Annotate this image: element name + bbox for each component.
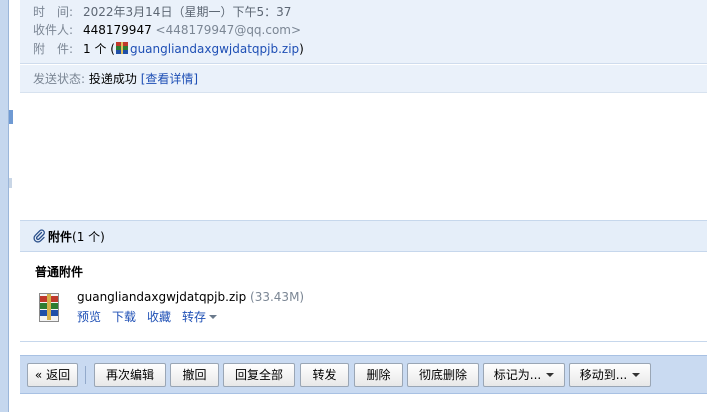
normal-attachments-heading: 普通附件 bbox=[35, 265, 84, 279]
left-bar-marker bbox=[9, 110, 13, 124]
recall-button[interactable]: 撤回 bbox=[170, 363, 219, 387]
mail-content: 时 间: 2022年3月14日（星期一）下午5：37 收件人: 448179947 … bbox=[20, 0, 707, 412]
attachment-file-name[interactable]: guangliandaxgwjdatqpjb.zip bbox=[77, 290, 246, 304]
attachment-actions: 预览 下载 收藏 转存 bbox=[77, 308, 228, 325]
zip-archive-icon[interactable] bbox=[39, 293, 59, 322]
view-details-link[interactable]: [查看详情] bbox=[141, 72, 198, 86]
recipient-email: <448179947@qq.com> bbox=[155, 23, 302, 37]
attachment-file-row: guangliandaxgwjdatqpjb.zip (33.43M) bbox=[77, 290, 304, 304]
move-to-dropdown[interactable]: 移动到... bbox=[569, 363, 651, 387]
delete-button[interactable]: 删除 bbox=[354, 363, 403, 387]
preview-link[interactable]: 预览 bbox=[77, 310, 101, 324]
delete-forever-button[interactable]: 彻底删除 bbox=[407, 363, 479, 387]
status-label: 发送状态: bbox=[33, 72, 86, 86]
attachments-body: 普通附件 guangliandaxgwjdatqpjb.zip (33.43M)… bbox=[20, 252, 707, 342]
recipient-row: 收件人: 448179947 <448179947@qq.com> bbox=[33, 21, 301, 39]
chevron-down-icon bbox=[546, 373, 555, 377]
move-to-label: 移动到... bbox=[579, 368, 628, 382]
save-to-dropdown[interactable]: 转存 bbox=[182, 310, 218, 324]
left-frame bbox=[0, 0, 13, 412]
reply-all-button[interactable]: 回复全部 bbox=[223, 363, 295, 387]
attachment-summary-link[interactable]: guangliandaxgwjdatqpjb.zip bbox=[130, 42, 299, 56]
recipient-label: 收件人: bbox=[33, 23, 74, 37]
attachments-title: 附件 bbox=[48, 230, 73, 244]
attachments-header: 附件(1 个) bbox=[20, 220, 707, 252]
mail-header: 时 间: 2022年3月14日（星期一）下午5：37 收件人: 448179947 … bbox=[20, 0, 707, 64]
delivery-status-row: 发送状态: 投递成功 [查看详情] bbox=[20, 65, 707, 93]
chevron-down-icon bbox=[209, 315, 218, 319]
attachment-count-open: 1 个 ( bbox=[83, 42, 115, 56]
chevron-down-icon bbox=[632, 373, 641, 377]
paperclip-icon bbox=[33, 229, 45, 243]
attachment-summary-row: 附 件: 1 个 ( guangliandaxgwjdatqpjb.zip) bbox=[33, 40, 304, 58]
time-label: 时 间: bbox=[33, 5, 74, 19]
download-link[interactable]: 下载 bbox=[112, 310, 136, 324]
toolbar-separator bbox=[85, 366, 86, 384]
forward-button[interactable]: 转发 bbox=[300, 363, 349, 387]
attachment-file-size: (33.43M) bbox=[250, 290, 305, 304]
save-to-label: 转存 bbox=[182, 310, 207, 324]
left-scroll-bar[interactable] bbox=[0, 0, 9, 412]
back-button[interactable]: « 返回 bbox=[27, 363, 78, 387]
time-value: 2022年3月14日（星期一）下午5：37 bbox=[83, 5, 292, 19]
attachments-count: (1 个) bbox=[72, 230, 105, 244]
mark-as-dropdown[interactable]: 标记为... bbox=[483, 363, 565, 387]
time-row: 时 间: 2022年3月14日（星期一）下午5：37 bbox=[33, 3, 291, 21]
edit-again-button[interactable]: 再次编辑 bbox=[94, 363, 166, 387]
attachment-count-close: ) bbox=[299, 42, 304, 56]
status-value: 投递成功 bbox=[88, 72, 137, 86]
mark-as-label: 标记为... bbox=[493, 368, 542, 382]
action-toolbar: « 返回 再次编辑 撤回 回复全部 转发 删除 彻底删除 标记为... 移动到.… bbox=[20, 355, 707, 394]
recipient-name[interactable]: 448179947 bbox=[83, 23, 152, 37]
left-bar-marker-2 bbox=[9, 178, 12, 188]
zip-file-icon bbox=[115, 42, 128, 54]
favorite-link[interactable]: 收藏 bbox=[147, 310, 171, 324]
attachment-label: 附 件: bbox=[33, 42, 74, 56]
